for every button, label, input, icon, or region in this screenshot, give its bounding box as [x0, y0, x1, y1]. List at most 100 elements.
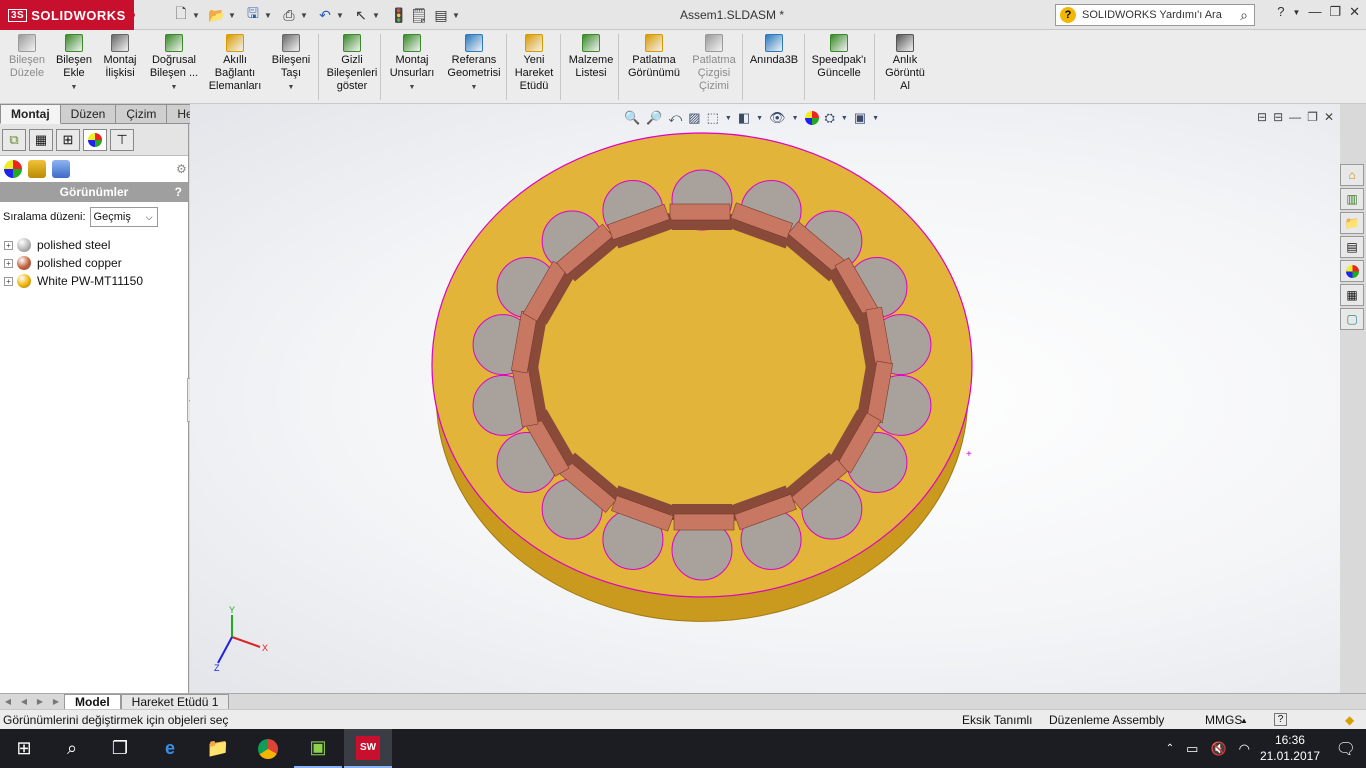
cam-manager-tab[interactable]: ⊤: [110, 128, 134, 151]
help-search-input[interactable]: ? SOLIDWORKS Yardımı'ı Ara ⌕: [1055, 4, 1255, 26]
appearances-scenes-tab[interactable]: [1340, 260, 1364, 282]
update-speedpak-button[interactable]: Speedpak'ı Güncelle: [808, 34, 870, 102]
close-icon[interactable]: ✕: [1349, 4, 1360, 20]
take-snapshot-button[interactable]: Anlık Görüntü Al: [876, 34, 934, 102]
last-tab-icon[interactable]: ▶: [48, 695, 64, 709]
scene-icon[interactable]: [52, 160, 70, 178]
chevron-down-icon[interactable]: ▼: [1293, 8, 1301, 20]
decals-icon[interactable]: [28, 160, 46, 178]
print-button[interactable]: ⎙ ▼: [280, 5, 308, 25]
units-selector[interactable]: MMGS: [1205, 713, 1242, 727]
file-explorer-tab[interactable]: 📁: [1340, 212, 1364, 234]
open-button[interactable]: 📂 ▼: [208, 5, 236, 25]
mate-button[interactable]: Montaj İlişkisi: [98, 34, 142, 102]
feature-manager-tab[interactable]: ⧉: [2, 128, 26, 151]
smart-fasteners-button[interactable]: Akıllı Bağlantı Elemanları: [204, 34, 266, 102]
reference-geometry-button[interactable]: Referans Geometrisi ▼: [444, 34, 504, 102]
triad-z-axis[interactable]: [217, 636, 233, 664]
chevron-up-icon[interactable]: ▲: [1240, 716, 1248, 725]
apply-scene-icon[interactable]: ⛭: [825, 110, 835, 126]
assembly-model[interactable]: + X Y Z: [190, 104, 1340, 693]
origin-marker[interactable]: +: [966, 449, 972, 460]
search-icon[interactable]: ⌕: [1240, 7, 1248, 24]
solidworks-resources-tab[interactable]: ⌂: [1340, 164, 1364, 186]
expand-icon[interactable]: +: [4, 258, 13, 268]
viewport-minimize-icon[interactable]: —: [1289, 110, 1301, 124]
new-motion-study-button[interactable]: Yeni Hareket Etüdü: [510, 34, 558, 102]
help-menu-icon[interactable]: ?: [1277, 4, 1284, 20]
split-right-icon[interactable]: ⊟: [1273, 110, 1283, 124]
expand-icon[interactable]: +: [4, 276, 13, 286]
triad-x-axis[interactable]: [231, 636, 261, 648]
new-document-button[interactable]: 🗋 ▼: [172, 5, 200, 25]
solidworks-logo[interactable]: 3S SOLIDWORKS: [0, 0, 135, 30]
magnet[interactable]: [672, 504, 735, 531]
explode-line-sketch-button[interactable]: Patlatma Çizgisi Çizimi: [688, 34, 740, 102]
property-manager-tab[interactable]: ▦: [29, 128, 53, 151]
restore-icon[interactable]: ❐: [1329, 4, 1341, 20]
move-component-button[interactable]: Bileşeni Taşı ▼: [268, 34, 314, 102]
hide-show-items-icon[interactable]: 👁: [769, 110, 786, 126]
expand-icon[interactable]: +: [4, 240, 13, 250]
settings-icon[interactable]: ⚙: [176, 162, 187, 176]
minimize-icon[interactable]: —: [1308, 4, 1321, 20]
appearance-item[interactable]: + polished copper: [0, 254, 188, 272]
linear-pattern-button[interactable]: Doğrusal Bileşen ... ▼: [146, 34, 202, 102]
split-left-icon[interactable]: ⊟: [1257, 110, 1267, 124]
appearance-item[interactable]: + White PW-MT11150: [0, 272, 188, 290]
search-button[interactable]: ⌕: [48, 729, 96, 768]
save-button[interactable]: 🖫 ▼: [244, 5, 272, 25]
view-orientation-icon[interactable]: ⬚: [707, 110, 719, 126]
forum-tab[interactable]: ▢: [1340, 308, 1364, 330]
status-help-icon[interactable]: ?: [1274, 713, 1287, 726]
notification-icon[interactable]: ◆: [1345, 713, 1354, 727]
section-view-icon[interactable]: ▨: [688, 110, 700, 126]
next-tab-icon[interactable]: ▶: [32, 695, 48, 709]
tab-çizim[interactable]: Çizim: [116, 104, 168, 124]
clock[interactable]: 16:36 21.01.2017: [1260, 732, 1320, 764]
task-view-button[interactable]: ❐: [96, 729, 144, 768]
edge-button[interactable]: e: [146, 729, 194, 768]
panel-help-icon[interactable]: ?: [175, 185, 182, 199]
first-tab-icon[interactable]: ◀: [0, 695, 16, 709]
magnet[interactable]: [669, 203, 732, 230]
zoom-to-fit-icon[interactable]: 🔍: [624, 110, 640, 126]
edit-appearance-icon[interactable]: [804, 111, 819, 125]
screen-recorder-button[interactable]: ▣: [294, 729, 342, 768]
file-properties-button[interactable]: 🗒: [410, 5, 428, 25]
viewport-restore-icon[interactable]: ❐: [1307, 110, 1318, 124]
design-library-tab[interactable]: ▥: [1340, 188, 1364, 210]
select-button[interactable]: ↖ ▼: [352, 5, 380, 25]
chevron-up-icon[interactable]: ⌃: [1166, 743, 1174, 754]
viewport-close-icon[interactable]: ✕: [1324, 110, 1334, 124]
battery-icon[interactable]: ▭: [1186, 741, 1198, 757]
appearance-item[interactable]: + polished steel: [0, 236, 188, 254]
tab-düzen[interactable]: Düzen: [60, 104, 117, 124]
previous-tab-icon[interactable]: ◀: [16, 695, 32, 709]
view-settings-icon[interactable]: ▣: [854, 110, 866, 126]
chevron-down-icon[interactable]: ▼: [409, 81, 416, 94]
configuration-manager-tab[interactable]: ⊞: [56, 128, 80, 151]
assembly-features-button[interactable]: Montaj Unsurları ▼: [386, 34, 438, 102]
view-palette-tab[interactable]: ▤: [1340, 236, 1364, 258]
chevron-down-icon[interactable]: ▼: [288, 81, 295, 94]
bill-of-materials-button[interactable]: Malzeme Listesi: [566, 34, 616, 102]
zoom-to-area-icon[interactable]: 🔎: [646, 110, 662, 126]
display-manager-tab[interactable]: [83, 128, 107, 151]
chrome-button[interactable]: [244, 729, 292, 768]
previous-view-icon[interactable]: ⤺: [668, 110, 682, 126]
action-center-icon[interactable]: 🗨: [1336, 739, 1356, 759]
volume-muted-icon[interactable]: 🔇: [1210, 741, 1226, 757]
instant3d-button[interactable]: Anında3B: [746, 34, 802, 102]
sort-dropdown[interactable]: Geçmiş ⌵: [89, 207, 158, 227]
edit-component-button[interactable]: Bileşen Düzele: [6, 34, 48, 102]
chevron-down-icon[interactable]: ▼: [171, 81, 178, 94]
motion-study-tab[interactable]: Hareket Etüdü 1: [120, 693, 230, 710]
graphics-area[interactable]: + X Y Z 🔍 🔎 ⤺ ▨ ⬚ ▼ ◧ ▼ 👁 ▼ ⛭ ▼ ▣ ▼ ⊟ ⊟ — ❐ ✕: [190, 104, 1340, 693]
appearances-icon[interactable]: [4, 160, 22, 178]
exploded-view-button[interactable]: Patlatma Görünümü: [624, 34, 684, 102]
show-hidden-components-button[interactable]: Gizli Bileşenleri göster: [322, 34, 382, 102]
options-button[interactable]: ▤ ▼: [432, 5, 460, 25]
chevron-down-icon[interactable]: ▼: [471, 81, 478, 94]
start-button[interactable]: ⊞: [0, 729, 48, 768]
